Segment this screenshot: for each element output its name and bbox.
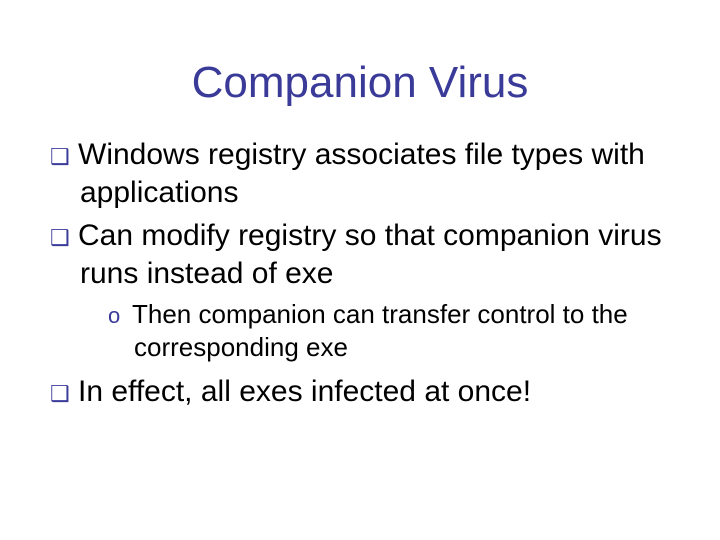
bullet-item: ❑Can modify registry so that companion v… bbox=[50, 217, 670, 292]
sub-bullet-item: oThen companion can transfer control to … bbox=[108, 298, 670, 363]
square-bullet-icon: ❑ bbox=[50, 143, 78, 171]
bullet-item: ❑In effect, all exes infected at once! bbox=[50, 373, 670, 411]
square-bullet-icon: ❑ bbox=[50, 224, 78, 252]
bullet-text: Can modify registry so that companion vi… bbox=[78, 219, 662, 290]
square-bullet-icon: ❑ bbox=[50, 380, 78, 408]
bullet-text: Windows registry associates file types w… bbox=[78, 138, 645, 209]
slide: Companion Virus ❑Windows registry associ… bbox=[0, 0, 720, 540]
circle-bullet-icon: o bbox=[108, 302, 132, 330]
slide-title: Companion Virus bbox=[50, 58, 670, 108]
bullet-text: In effect, all exes infected at once! bbox=[78, 375, 531, 408]
bullet-list: ❑Windows registry associates file types … bbox=[50, 136, 670, 411]
bullet-item: ❑Windows registry associates file types … bbox=[50, 136, 670, 211]
sub-bullet-text: Then companion can transfer control to t… bbox=[132, 299, 628, 362]
